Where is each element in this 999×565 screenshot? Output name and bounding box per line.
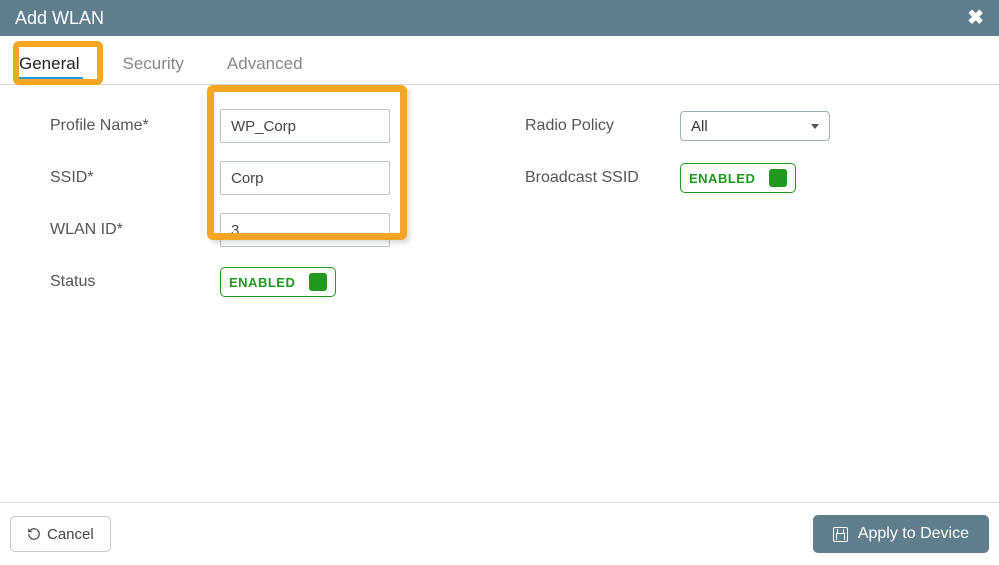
profile-name-input[interactable] — [220, 109, 390, 143]
toggle-knob-icon — [769, 169, 787, 187]
cancel-button[interactable]: Cancel — [10, 516, 111, 552]
undo-icon — [27, 527, 41, 541]
chevron-down-icon — [811, 124, 819, 129]
form-col-right: Radio Policy All Broadcast SSID ENABLED — [525, 100, 969, 308]
apply-button-label: Apply to Device — [858, 525, 969, 543]
row-radio-policy: Radio Policy All — [525, 100, 969, 152]
row-broadcast-ssid: Broadcast SSID ENABLED — [525, 152, 969, 204]
row-profile-name: Profile Name* — [50, 100, 525, 152]
label-ssid: SSID* — [50, 169, 220, 187]
tab-row: General Security Advanced — [0, 36, 999, 85]
row-wlan-id: WLAN ID* — [50, 204, 525, 256]
modal-header: Add WLAN ✖ — [0, 0, 999, 36]
label-profile-name: Profile Name* — [50, 117, 220, 135]
label-wlan-id: WLAN ID* — [50, 221, 220, 239]
cancel-button-label: Cancel — [47, 526, 94, 543]
ssid-input[interactable] — [220, 161, 390, 195]
footer: Cancel Apply to Device — [0, 502, 999, 565]
radio-policy-value: All — [691, 118, 708, 135]
tab-advanced[interactable]: Advanced — [223, 46, 307, 84]
apply-button[interactable]: Apply to Device — [813, 515, 989, 553]
form-col-left: Profile Name* SSID* WLAN ID* Status ENAB… — [50, 100, 525, 308]
status-toggle[interactable]: ENABLED — [220, 267, 336, 297]
label-status: Status — [50, 273, 220, 291]
tab-security[interactable]: Security — [118, 46, 187, 84]
tab-general[interactable]: General — [15, 46, 83, 84]
label-radio-policy: Radio Policy — [525, 117, 680, 135]
save-icon — [833, 527, 848, 542]
close-icon[interactable]: ✖ — [967, 8, 984, 28]
row-ssid: SSID* — [50, 152, 525, 204]
status-toggle-label: ENABLED — [229, 275, 295, 290]
radio-policy-select[interactable]: All — [680, 111, 830, 141]
broadcast-ssid-toggle[interactable]: ENABLED — [680, 163, 796, 193]
row-status: Status ENABLED — [50, 256, 525, 308]
toggle-knob-icon — [309, 273, 327, 291]
modal-title: Add WLAN — [15, 0, 104, 36]
wlan-id-input[interactable] — [220, 213, 390, 247]
broadcast-ssid-toggle-label: ENABLED — [689, 171, 755, 186]
label-broadcast-ssid: Broadcast SSID — [525, 169, 680, 187]
form-body: Profile Name* SSID* WLAN ID* Status ENAB… — [0, 85, 999, 318]
